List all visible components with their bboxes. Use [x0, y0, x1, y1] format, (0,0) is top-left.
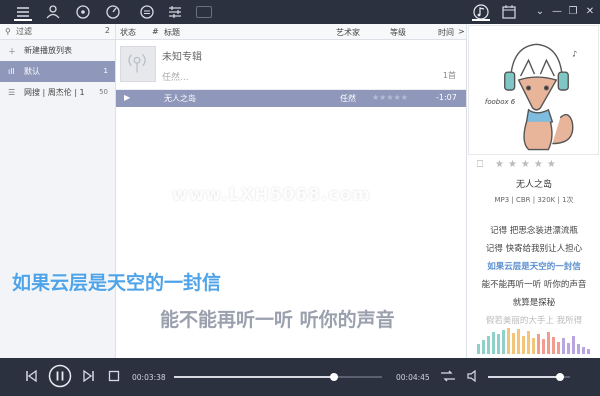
- plus-icon: ＋: [8, 47, 16, 56]
- seek-slider-fill: [174, 376, 335, 378]
- shuffle-icon[interactable]: [440, 369, 456, 386]
- album-title: 未知专辑: [162, 52, 202, 63]
- sidebar-item-label: 网搜 | 周杰伦 | 1: [24, 88, 85, 97]
- artist-view-icon[interactable]: [44, 3, 62, 21]
- sidebar-item-web-search[interactable]: ☰ 网搜 | 周杰伦 | 1 50: [0, 82, 115, 103]
- sidebar-item-count: 1: [103, 67, 108, 75]
- column-status[interactable]: 状态: [120, 27, 136, 38]
- new-playlist-item[interactable]: ＋ 新建播放列表: [0, 40, 115, 61]
- search-icon: ⚲: [5, 27, 11, 36]
- column-time[interactable]: 时间: [438, 27, 454, 38]
- watermark-text: www.LXH5068.com: [172, 185, 371, 205]
- playback-bar: 00:03:38 00:04:45: [0, 358, 600, 396]
- lyric-line-current: 如果云层是天空的一封信: [487, 262, 581, 272]
- maximize-icon[interactable]: ❐: [566, 4, 580, 20]
- sidebar-item-label: 默认: [24, 67, 40, 76]
- now-playing-title: 无人之岛: [515, 180, 552, 190]
- track-rating[interactable]: ★★★★★: [372, 93, 408, 102]
- svg-text:♪: ♪: [572, 49, 577, 58]
- bars-icon: ıll: [8, 67, 15, 76]
- column-number[interactable]: #: [152, 27, 159, 36]
- column-rating[interactable]: 等级: [390, 27, 406, 38]
- filter-bar[interactable]: ⚲ 过滤 2: [0, 24, 115, 40]
- album-view-icon[interactable]: [74, 3, 92, 21]
- genre-view-icon[interactable]: [104, 3, 122, 21]
- playlist-view-icon[interactable]: [14, 3, 32, 21]
- lyric-line: 能不能再听一听 听你的声音: [481, 280, 587, 290]
- lyric-line: 记得 快寄给我别让人担心: [485, 244, 583, 254]
- sidebar-item-label: 新建播放列表: [24, 46, 72, 55]
- volume-slider-fill: [488, 376, 561, 378]
- filter-count: 2: [104, 26, 110, 35]
- radio-icon[interactable]: [196, 6, 212, 18]
- pause-icon[interactable]: [48, 364, 72, 391]
- equalizer-settings-icon[interactable]: [166, 3, 184, 21]
- sidebar-item-default[interactable]: ıll 默认 1: [0, 61, 115, 82]
- seek-slider[interactable]: [174, 373, 382, 381]
- lyric-line: 就算是探秘: [512, 298, 556, 308]
- rating-stars[interactable]: ★★★★★: [495, 159, 560, 170]
- elapsed-time: 00:03:38: [132, 373, 166, 382]
- album-cover-placeholder: [120, 46, 156, 82]
- menu-icon[interactable]: [138, 3, 156, 21]
- next-icon[interactable]: [82, 369, 96, 386]
- total-time: 00:04:45: [396, 373, 430, 382]
- minimize-icon[interactable]: —: [550, 4, 564, 20]
- table-row[interactable]: ▶ 无人之岛 任然 ★★★★★ -1:07: [116, 90, 466, 107]
- seek-slider-handle[interactable]: [330, 373, 339, 381]
- previous-icon[interactable]: [24, 369, 38, 386]
- column-header: 状态 # 标题 艺术家 等级 时间 >: [116, 24, 466, 40]
- calendar-icon[interactable]: [500, 3, 518, 21]
- top-toolbar: ⌄ — ❐ ✕: [0, 0, 600, 24]
- volume-slider[interactable]: [488, 373, 570, 381]
- desktop-lyric-line-2[interactable]: 能不能再听一听 听你的声音: [160, 305, 395, 332]
- album-art-caption: foobox 6: [485, 98, 516, 106]
- column-title[interactable]: 标题: [164, 27, 180, 38]
- desktop-lyric-line-1[interactable]: 如果云层是天空的一封信: [12, 268, 221, 295]
- album-art: foobox 6 ♪: [468, 25, 599, 155]
- bookmark-icon[interactable]: ⎕: [477, 159, 483, 170]
- music-note-icon[interactable]: [472, 3, 490, 21]
- track-title: 无人之岛: [164, 94, 196, 103]
- sidebar-item-count: 50: [99, 88, 108, 96]
- list-icon: ☰: [8, 88, 16, 97]
- track-time: -1:07: [436, 93, 457, 102]
- lyric-line: 记得 把思念装进漂流瓶: [490, 226, 578, 236]
- column-more[interactable]: >: [458, 27, 465, 36]
- album-group[interactable]: 未知专辑 任然... 1首: [116, 40, 466, 90]
- volume-icon[interactable]: [466, 369, 480, 386]
- filter-label: 过滤: [16, 27, 32, 36]
- stop-icon[interactable]: [108, 370, 120, 385]
- play-indicator-icon: ▶: [124, 93, 131, 102]
- spectrum-visualizer: [477, 328, 590, 354]
- column-artist[interactable]: 艺术家: [336, 27, 360, 38]
- now-playing-meta: MP3 | CBR | 320K | 1次: [494, 196, 574, 204]
- track-artist: 任然: [340, 94, 356, 103]
- now-playing-panel: foobox 6 ♪ ⎕ ★★★★★ 无人之岛 MP3 | CBR | 320K…: [466, 24, 600, 358]
- volume-slider-handle[interactable]: [556, 373, 565, 381]
- close-icon[interactable]: ✕: [583, 4, 597, 20]
- album-artist: 任然...: [162, 73, 189, 83]
- album-track-count: 1首: [442, 71, 456, 80]
- playlist-panel: ⚲ 过滤 2 ＋ 新建播放列表 ıll 默认 1 ☰ 网搜 | 周杰伦 | 1 …: [0, 24, 116, 358]
- chevron-down-icon[interactable]: ⌄: [533, 4, 547, 20]
